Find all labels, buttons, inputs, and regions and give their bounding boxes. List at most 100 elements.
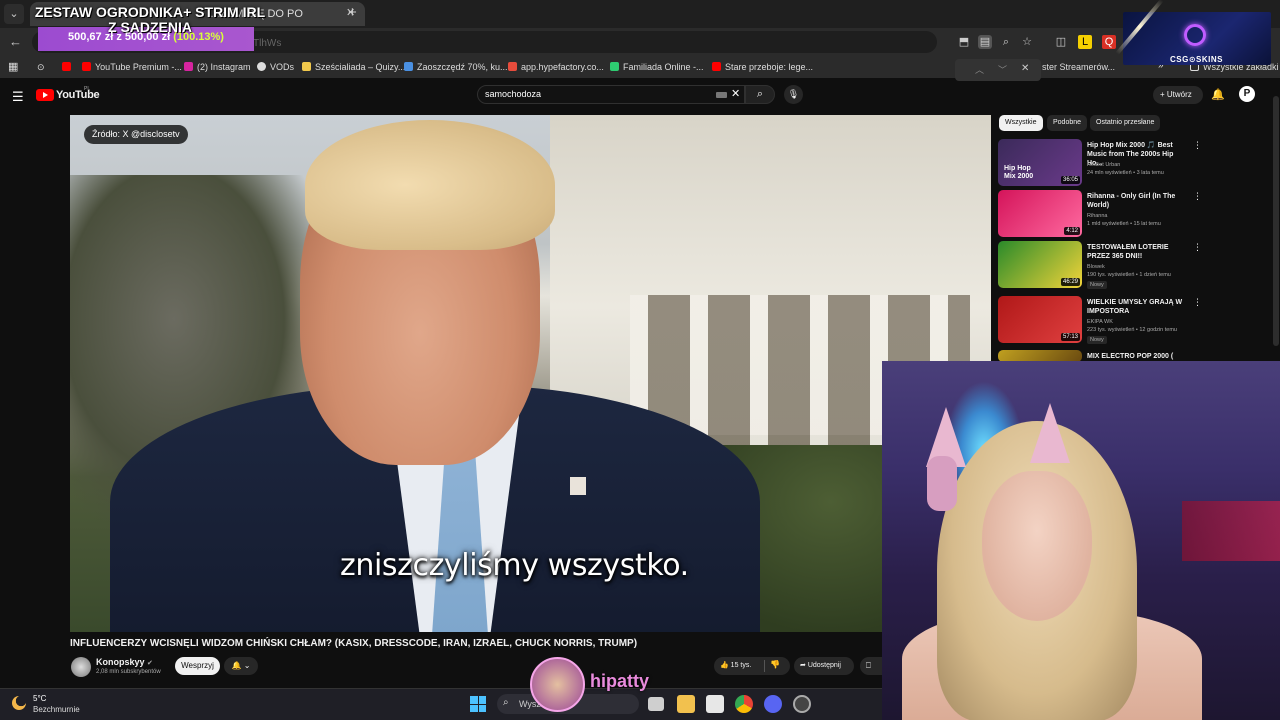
bookmark-item[interactable]: Zaoszczędź 70%, ku... [404,62,508,72]
weather-temperature[interactable]: 5°C [33,694,46,703]
notifications-bell-icon[interactable]: 🔔 [1211,88,1225,101]
recommendation-channel[interactable]: EKIPA WK [1087,319,1113,325]
recommendation-title[interactable]: MIX ELECTRO POP 2000 ( [1087,352,1187,361]
find-bar: ︿ ﹀ ✕ [955,59,1041,81]
voice-search-button[interactable]: 🎙 [784,85,803,104]
file-explorer-icon[interactable] [677,695,695,713]
extension-icon[interactable]: ◫ [1054,35,1068,49]
youtube-wordmark[interactable]: YouTube [56,89,100,101]
recommendation-title[interactable]: Rihanna - Only Girl (In The World) [1087,192,1187,210]
thumbnail-text: Hip Hop Mix 2000 [1004,165,1034,180]
recommendation-thumbnail[interactable]: 4:12 [998,190,1082,237]
recommendation-title[interactable]: TESTOWAŁEM LOTERIE PRZEZ 365 DNI!! [1087,243,1187,261]
bookmark-item[interactable]: app.hypefactory.co... [508,62,604,72]
more-options-icon[interactable]: ⋮ [1193,191,1202,202]
recommendation-channel[interactable]: Blowek [1087,264,1105,270]
star-icon[interactable]: ☆ [1020,35,1034,49]
zoom-icon[interactable]: ⌕ [999,35,1013,49]
bookmark-icon: ⎕ [866,661,871,670]
video-duration: 57:13 [1060,333,1080,341]
familiada-icon [610,62,619,71]
recommendation-title[interactable]: WIELKIE UMYSŁY GRAJĄ W IMPOSTORA [1087,298,1187,316]
search-query: samochodoza [485,89,542,99]
more-options-icon[interactable]: ⋮ [1193,297,1202,308]
bookmark-item[interactable]: VODs [257,62,294,72]
more-options-icon[interactable]: ⋮ [1193,140,1202,151]
bookmark-item[interactable]: ster Streamerów... [1042,62,1115,72]
channel-subscribers: 2,08 mln subskrybentów [96,669,161,675]
instagram-icon [184,62,193,71]
share-button[interactable]: ➦ Udostępnij [794,657,854,675]
thumbs-down-icon[interactable]: 👎 [770,660,780,669]
find-down-icon[interactable]: ﹀ [998,63,1007,76]
reader-icon[interactable]: ▤ [978,35,992,49]
bookmark-item[interactable]: Stare przeboje: lege... [712,62,813,72]
chrome-icon[interactable] [735,695,753,713]
new-tab-icon[interactable]: + [348,4,357,21]
chip-recently-uploaded[interactable]: Ostatnio przesłane [1090,115,1161,131]
quiz-icon [302,62,311,71]
microphone-icon: 🎙 [787,89,800,99]
channel-name[interactable]: Konopskyy ✔ [96,657,153,667]
globe-icon [257,62,266,71]
recommendation-meta: 190 tys. wyświetleń • 1 dzień temu [1087,272,1171,278]
recommendation-thumbnail[interactable]: 57:13 [998,296,1082,343]
weather-description[interactable]: Bezchmurnie [33,705,80,714]
chip-related[interactable]: Podobne [1047,115,1088,131]
task-view-icon[interactable] [648,697,664,711]
streamer-name: hipatty [590,671,650,691]
windows-start-icon[interactable] [470,696,486,712]
youtube-logo-icon[interactable] [36,89,54,101]
tab-search-button[interactable]: ⌄ [4,4,24,24]
save-button[interactable]: ⎕ [860,657,882,675]
discord-icon[interactable] [764,695,782,713]
bookmark-youtube-icon[interactable] [62,62,75,72]
channel-avatar[interactable] [71,657,91,677]
chip-all[interactable]: Wszystkie [999,115,1043,131]
video-frame-hair [305,120,555,250]
search-button[interactable]: ⌕ [745,85,775,104]
subscription-bell-button[interactable]: 🔔 ⌄ [224,657,258,675]
streamer-avatar [530,657,585,712]
extension-l-icon[interactable]: L [1078,35,1092,49]
plus-icon: + [1160,90,1167,99]
webcam-face [982,471,1092,621]
more-options-icon[interactable]: ⋮ [1193,242,1202,253]
donation-amount: 500,67 zł z 500,00 zł (100.13%) [68,31,224,43]
recommendation-meta: 223 tys. wyświetleń • 12 godzin temu [1087,327,1177,333]
find-close-icon[interactable]: ✕ [1021,63,1029,74]
like-divider [764,660,765,672]
find-up-icon[interactable]: ︿ [975,63,984,76]
bookmark-item[interactable]: Sześcialiada – Quizy... [302,62,405,72]
install-icon[interactable]: ⬒ [957,35,971,49]
back-arrow-icon[interactable]: ← [9,34,22,49]
new-badge: Nowy [1087,281,1107,289]
bookmark-item[interactable]: YouTube Premium -... [82,62,182,72]
create-button[interactable]: + Utwórz [1153,86,1203,104]
bookmark-item[interactable]: Familiada Online -... [610,62,704,72]
support-button[interactable]: Wesprzyj [175,657,220,675]
recommendation-channel[interactable]: Redlist Urban [1087,162,1120,168]
chevron-down-icon: ⌄ [243,661,251,670]
video-title: INFLUENCERZY WCISNĘLI WIDZOM CHIŃSKI CHŁ… [70,638,638,649]
recommendation-channel[interactable]: Rihanna [1087,213,1108,219]
scrollbar-thumb[interactable] [1273,96,1279,346]
bookmark-item[interactable]: (2) Instagram [184,62,251,72]
moon-icon[interactable] [12,696,26,710]
bookmark-chrome-icon[interactable]: ⊙ [37,62,45,73]
share-icon: ➦ [800,662,806,669]
thumbs-up-icon: 👍 [720,662,729,669]
recommendation-thumbnail[interactable]: 46:29 [998,241,1082,288]
keyboard-icon[interactable] [716,92,727,98]
hypefactory-icon [508,62,517,71]
store-icon[interactable] [706,695,724,713]
clear-search-icon[interactable]: ✕ [731,87,740,100]
bell-icon: 🔔 [231,661,242,670]
apps-grid-icon[interactable]: ▦ [8,60,18,73]
obs-icon[interactable] [793,695,811,713]
extension-q-icon[interactable]: Q [1102,35,1116,49]
video-source-badge: Źródło: X @disclosetv [84,125,188,144]
recommendation-thumbnail[interactable]: Hip Hop Mix 2000 36:05 [998,139,1082,186]
menu-icon[interactable]: ☰ [12,89,24,105]
account-avatar[interactable]: P [1239,86,1255,102]
